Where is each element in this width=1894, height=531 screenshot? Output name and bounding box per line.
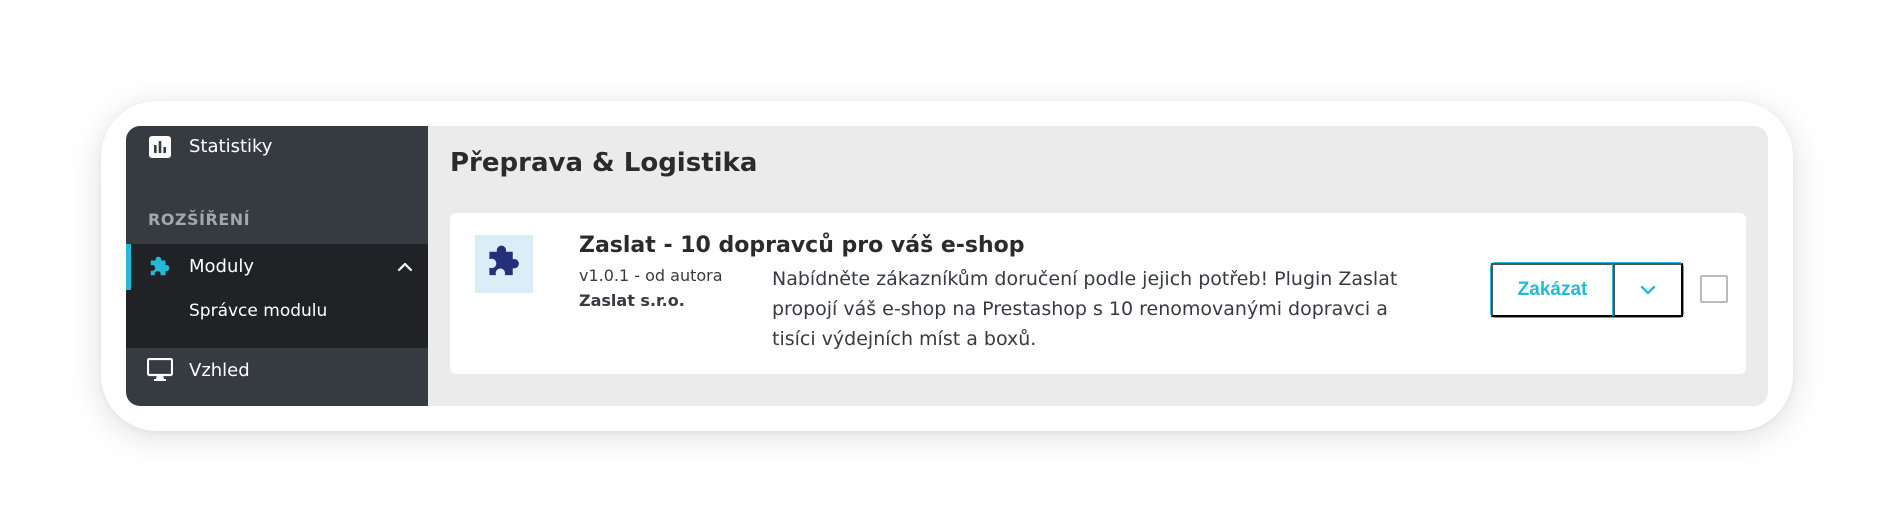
sidebar-active-group: Moduly Správce modulu (126, 244, 428, 348)
sidebar-item-label: Moduly (189, 256, 255, 277)
module-author: Zaslat s.r.o. (579, 291, 685, 310)
module-name: Zaslat - 10 dopravců pro váš e-shop (579, 233, 1025, 258)
module-version: v1.0.1 - od autora (579, 266, 723, 285)
page-title: Přeprava & Logistika (450, 148, 758, 178)
actions-dropdown-button[interactable] (1613, 263, 1683, 317)
sidebar-item-label: Statistiky (189, 136, 273, 157)
module-card: Zaslat - 10 dopravců pro váš e-shop v1.0… (450, 213, 1746, 374)
sidebar-section-header: ROZŠÍŘENÍ (148, 210, 251, 229)
sidebar: Statistiky ROZŠÍŘENÍ Moduly Správce modu… (126, 126, 428, 406)
chevron-up-icon[interactable] (396, 258, 414, 276)
module-description: Nabídněte zákazníkům doručení podle jeji… (772, 268, 1398, 350)
sidebar-subitem-spravce-modulu[interactable]: Správce modulu (189, 301, 327, 321)
sidebar-item-label: Vzhled (189, 360, 250, 381)
chevron-down-icon (1640, 283, 1656, 298)
sidebar-item-statistiky[interactable]: Statistiky (126, 126, 428, 168)
module-select-checkbox[interactable] (1700, 275, 1728, 303)
bar-chart-icon (148, 135, 172, 159)
module-logo (475, 235, 533, 293)
disable-button[interactable]: Zakázat (1491, 263, 1613, 317)
puzzle-icon (148, 255, 172, 279)
module-action-group: Zakázat (1490, 262, 1684, 318)
monitor-icon (146, 358, 174, 382)
sidebar-item-vzhled[interactable]: Vzhled (126, 348, 428, 394)
puzzle-icon (485, 243, 523, 285)
admin-window: Statistiky ROZŠÍŘENÍ Moduly Správce modu… (126, 126, 1768, 406)
main-content: Přeprava & Logistika Zaslat - 10 dopravc… (428, 126, 1768, 406)
sidebar-item-moduly[interactable]: Moduly (126, 244, 428, 290)
